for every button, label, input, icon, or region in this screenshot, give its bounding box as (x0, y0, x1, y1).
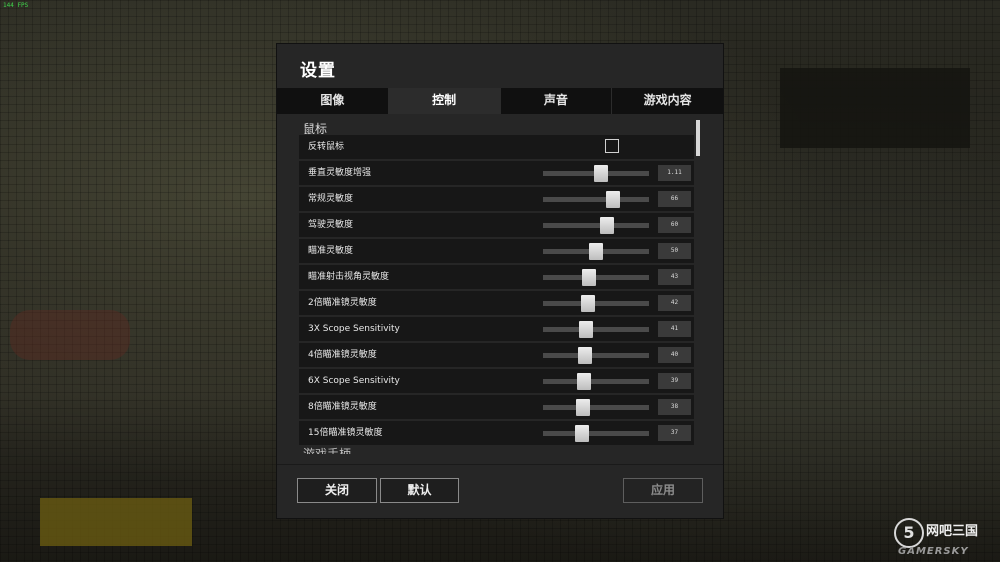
slider-row: 4倍瞄准镜灵敏度 40 (299, 343, 694, 367)
slider-thumb[interactable] (599, 217, 614, 234)
slider-row: 瞄准射击视角灵敏度 43 (299, 265, 694, 289)
slider-track[interactable] (543, 275, 649, 280)
settings-panel: 鼠标 反转鼠标 垂直灵敏度增强 1.11 常规灵敏度 66 驾驶灵敏度 60 瞄准灵敏度 50… (297, 118, 699, 454)
watermark-cn: 网吧三国 (926, 524, 979, 539)
fps-counter: 144 FPS (3, 2, 29, 9)
invert-mouse-checkbox[interactable] (605, 139, 619, 153)
slider-value-field[interactable]: 43 (658, 269, 691, 285)
tab-gameplay[interactable]: 游戏内容 (612, 88, 723, 114)
slider-track[interactable] (543, 431, 649, 436)
slider-value-field[interactable]: 39 (658, 373, 691, 389)
watermark-logo: 5 网吧三国 GAMERSKY (894, 518, 994, 558)
slider-track[interactable] (543, 223, 649, 228)
panel-scrollbar[interactable] (696, 120, 700, 156)
slider-thumb[interactable] (581, 269, 596, 286)
slider-row: 瞄准灵敏度 50 (299, 239, 694, 263)
slider-row: 15倍瞄准镜灵敏度 37 (299, 421, 694, 445)
tab-sound[interactable]: 声音 (500, 88, 613, 114)
slider-track[interactable] (543, 405, 649, 410)
slider-thumb[interactable] (578, 347, 593, 364)
watermark-circle: 5 (894, 518, 924, 548)
slider-thumb[interactable] (579, 321, 594, 338)
slider-value-field[interactable]: 37 (658, 425, 691, 441)
background-start-button (40, 498, 192, 546)
slider-row: 6X Scope Sensitivity 39 (299, 369, 694, 393)
slider-row: 驾驶灵敏度 60 (299, 213, 694, 237)
close-button[interactable]: 关闭 (297, 478, 377, 503)
slider-thumb[interactable] (589, 243, 603, 260)
default-button[interactable]: 默认 (380, 478, 459, 503)
slider-label: 3X Scope Sensitivity (308, 324, 400, 334)
slider-label: 常规灵敏度 (308, 194, 354, 204)
slider-value-field[interactable]: 60 (658, 217, 691, 233)
slider-value-field[interactable]: 50 (658, 243, 691, 259)
settings-rows: 反转鼠标 垂直灵敏度增强 1.11 常规灵敏度 66 驾驶灵敏度 60 瞄准灵敏度 50 瞄准射… (299, 135, 694, 447)
slider-thumb[interactable] (577, 373, 592, 390)
watermark-en: GAMERSKY (898, 546, 969, 557)
slider-row: 3X Scope Sensitivity 41 (299, 317, 694, 341)
invert-mouse-label: 反转鼠标 (308, 142, 345, 152)
slider-value-field[interactable]: 40 (658, 347, 691, 363)
dialog-title: 设置 (300, 61, 336, 81)
slider-thumb[interactable] (580, 295, 595, 312)
slider-value-field[interactable]: 42 (658, 295, 691, 311)
tab-graphics[interactable]: 图像 (277, 88, 389, 114)
slider-label: 驾驶灵敏度 (308, 220, 354, 230)
slider-value-field[interactable]: 66 (658, 191, 691, 207)
slider-value-field[interactable]: 41 (658, 321, 691, 337)
slider-label: 瞄准射击视角灵敏度 (308, 272, 390, 282)
slider-row: 2倍瞄准镜灵敏度 42 (299, 291, 694, 315)
settings-tabs: 图像 控制 声音 游戏内容 (277, 88, 723, 114)
slider-row: 常规灵敏度 66 (299, 187, 694, 211)
footer-divider (277, 464, 723, 465)
slider-track[interactable] (543, 197, 649, 202)
slider-value-field[interactable]: 1.11 (658, 165, 691, 181)
background-vehicle (10, 310, 130, 360)
slider-thumb[interactable] (575, 425, 590, 442)
slider-thumb[interactable] (605, 191, 620, 208)
slider-track[interactable] (543, 327, 649, 332)
section-title-gamepad: 游戏手柄 (303, 447, 352, 454)
invert-mouse-row: 反转鼠标 (299, 135, 694, 159)
slider-track[interactable] (543, 301, 649, 306)
slider-label: 瞄准灵敏度 (308, 246, 354, 256)
slider-track[interactable] (543, 379, 649, 384)
settings-dialog: 设置 图像 控制 声音 游戏内容 鼠标 反转鼠标 垂直灵敏度增强 1.11 常规灵敏… (277, 44, 723, 518)
slider-label: 垂直灵敏度增强 (308, 168, 372, 178)
slider-label: 8倍瞄准镜灵敏度 (308, 402, 377, 412)
slider-thumb[interactable] (594, 165, 609, 182)
slider-row: 8倍瞄准镜灵敏度 38 (299, 395, 694, 419)
slider-value-field[interactable]: 38 (658, 399, 691, 415)
slider-label: 15倍瞄准镜灵敏度 (308, 428, 383, 438)
slider-label: 2倍瞄准镜灵敏度 (308, 298, 377, 308)
slider-track[interactable] (543, 353, 649, 358)
slider-label: 4倍瞄准镜灵敏度 (308, 350, 377, 360)
slider-label: 6X Scope Sensitivity (308, 376, 400, 386)
background-banner (780, 68, 970, 148)
apply-button[interactable]: 应用 (623, 478, 703, 503)
slider-row: 垂直灵敏度增强 1.11 (299, 161, 694, 185)
tab-control[interactable]: 控制 (388, 88, 501, 114)
slider-thumb[interactable] (576, 399, 591, 416)
